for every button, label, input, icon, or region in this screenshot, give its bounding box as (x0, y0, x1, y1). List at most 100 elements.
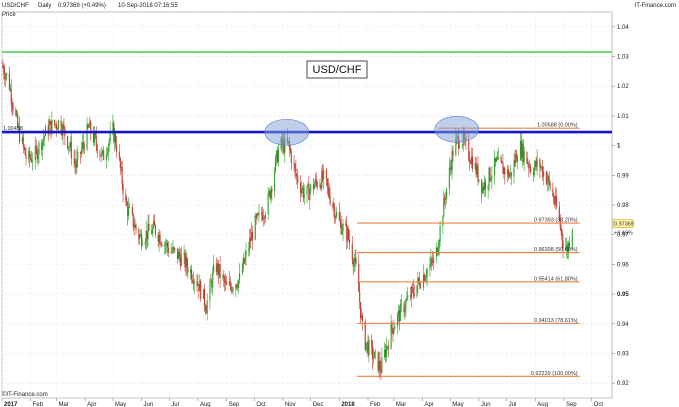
candle-body (128, 207, 130, 216)
candle-body (2, 65, 4, 68)
candle (132, 212, 134, 231)
candle-body (25, 154, 27, 159)
candle-body (8, 73, 10, 90)
candle-body (244, 256, 246, 263)
candle-body (139, 236, 141, 239)
candle-body (241, 269, 243, 274)
candle-body (6, 73, 8, 76)
candle-body (191, 279, 193, 282)
candle-body (452, 150, 454, 156)
candle-body (34, 146, 36, 161)
candle (302, 182, 304, 203)
candle (494, 150, 496, 185)
fib-level-label: 0.94013 (78.61%) (534, 318, 578, 324)
candle-body (372, 357, 375, 360)
candle-body (406, 298, 408, 301)
candle (264, 211, 266, 223)
candle-body (443, 197, 445, 218)
fib-level-label: 0.95414 (61.80%) (534, 276, 578, 282)
candle-body (141, 244, 144, 246)
candle (164, 241, 166, 255)
chart-header: USD/CHF Daily 0.97369 (+0.49%) 10-Sep-20… (2, 3, 676, 18)
candles (2, 59, 573, 381)
candle-body (126, 200, 128, 206)
x-tick-label: Mar (59, 402, 69, 407)
candle (442, 215, 444, 235)
candle (323, 164, 325, 190)
x-tick-label: Jun (144, 402, 154, 407)
candle (332, 201, 334, 211)
candle-body (561, 230, 563, 241)
header-last: 0.97369 (+0.49%) (58, 3, 106, 9)
candle (128, 197, 130, 221)
candle-body (332, 203, 334, 208)
candle (22, 133, 24, 154)
candle-body (313, 184, 315, 190)
candle (54, 119, 56, 128)
candle (379, 351, 381, 378)
candle-body (353, 262, 355, 267)
candle-body (31, 160, 34, 162)
y-tick-label: 0.93 (617, 351, 629, 357)
candle-body (238, 273, 241, 280)
candle-body (410, 286, 412, 298)
candle (293, 155, 295, 172)
candle (552, 182, 554, 198)
candle-body (303, 194, 305, 198)
candle (448, 157, 450, 196)
candle-body (73, 158, 75, 161)
candle-body (22, 137, 24, 146)
candle-body (334, 206, 336, 219)
candle (99, 148, 101, 162)
y-tick-label: 1.03 (617, 55, 629, 61)
candle (381, 347, 383, 374)
candle-body (174, 248, 176, 250)
usdchf-chart: USD/CHF Daily 0.97369 (+0.49%) 10-Sep-20… (1, 3, 676, 407)
candle-body (338, 212, 340, 221)
candle-body (381, 357, 383, 373)
candle (96, 143, 98, 159)
candle-body (345, 223, 347, 226)
candle (385, 337, 388, 362)
candle-body (88, 127, 90, 128)
candle (42, 139, 44, 161)
header-brand: IT-Finance.com (635, 3, 676, 9)
candle-body (471, 156, 473, 169)
candle-body (219, 264, 221, 278)
candle-body (437, 248, 439, 255)
candle-body (418, 277, 420, 281)
header-pair: USD/CHF (2, 3, 29, 9)
candle-body (161, 244, 163, 247)
candle-body (213, 264, 215, 273)
candle (516, 149, 518, 162)
candle (90, 119, 92, 141)
candle (507, 165, 510, 181)
candle-body (560, 227, 562, 231)
candle (44, 123, 46, 137)
candle (31, 152, 34, 171)
candle (43, 134, 46, 147)
candle-body (294, 164, 296, 169)
candle-body (35, 146, 37, 149)
candle (258, 203, 260, 223)
candle-body (400, 303, 402, 305)
candle-body (107, 145, 109, 154)
candle (355, 249, 357, 267)
candle-body (43, 138, 45, 141)
x-tick-label: May (452, 402, 463, 407)
candle (154, 224, 156, 238)
candle (138, 227, 140, 245)
y-tick-label: 0.94 (617, 322, 629, 328)
candle (443, 190, 445, 218)
candle-body (458, 146, 461, 148)
candle-body (448, 167, 450, 189)
candle-body (328, 188, 330, 197)
candle-body (523, 151, 525, 162)
candle (196, 273, 198, 293)
candle-body (433, 257, 435, 263)
candle-body (365, 343, 367, 350)
candle-body (154, 225, 156, 235)
candle-body (152, 227, 154, 234)
candle (549, 180, 551, 192)
candle (491, 165, 493, 190)
